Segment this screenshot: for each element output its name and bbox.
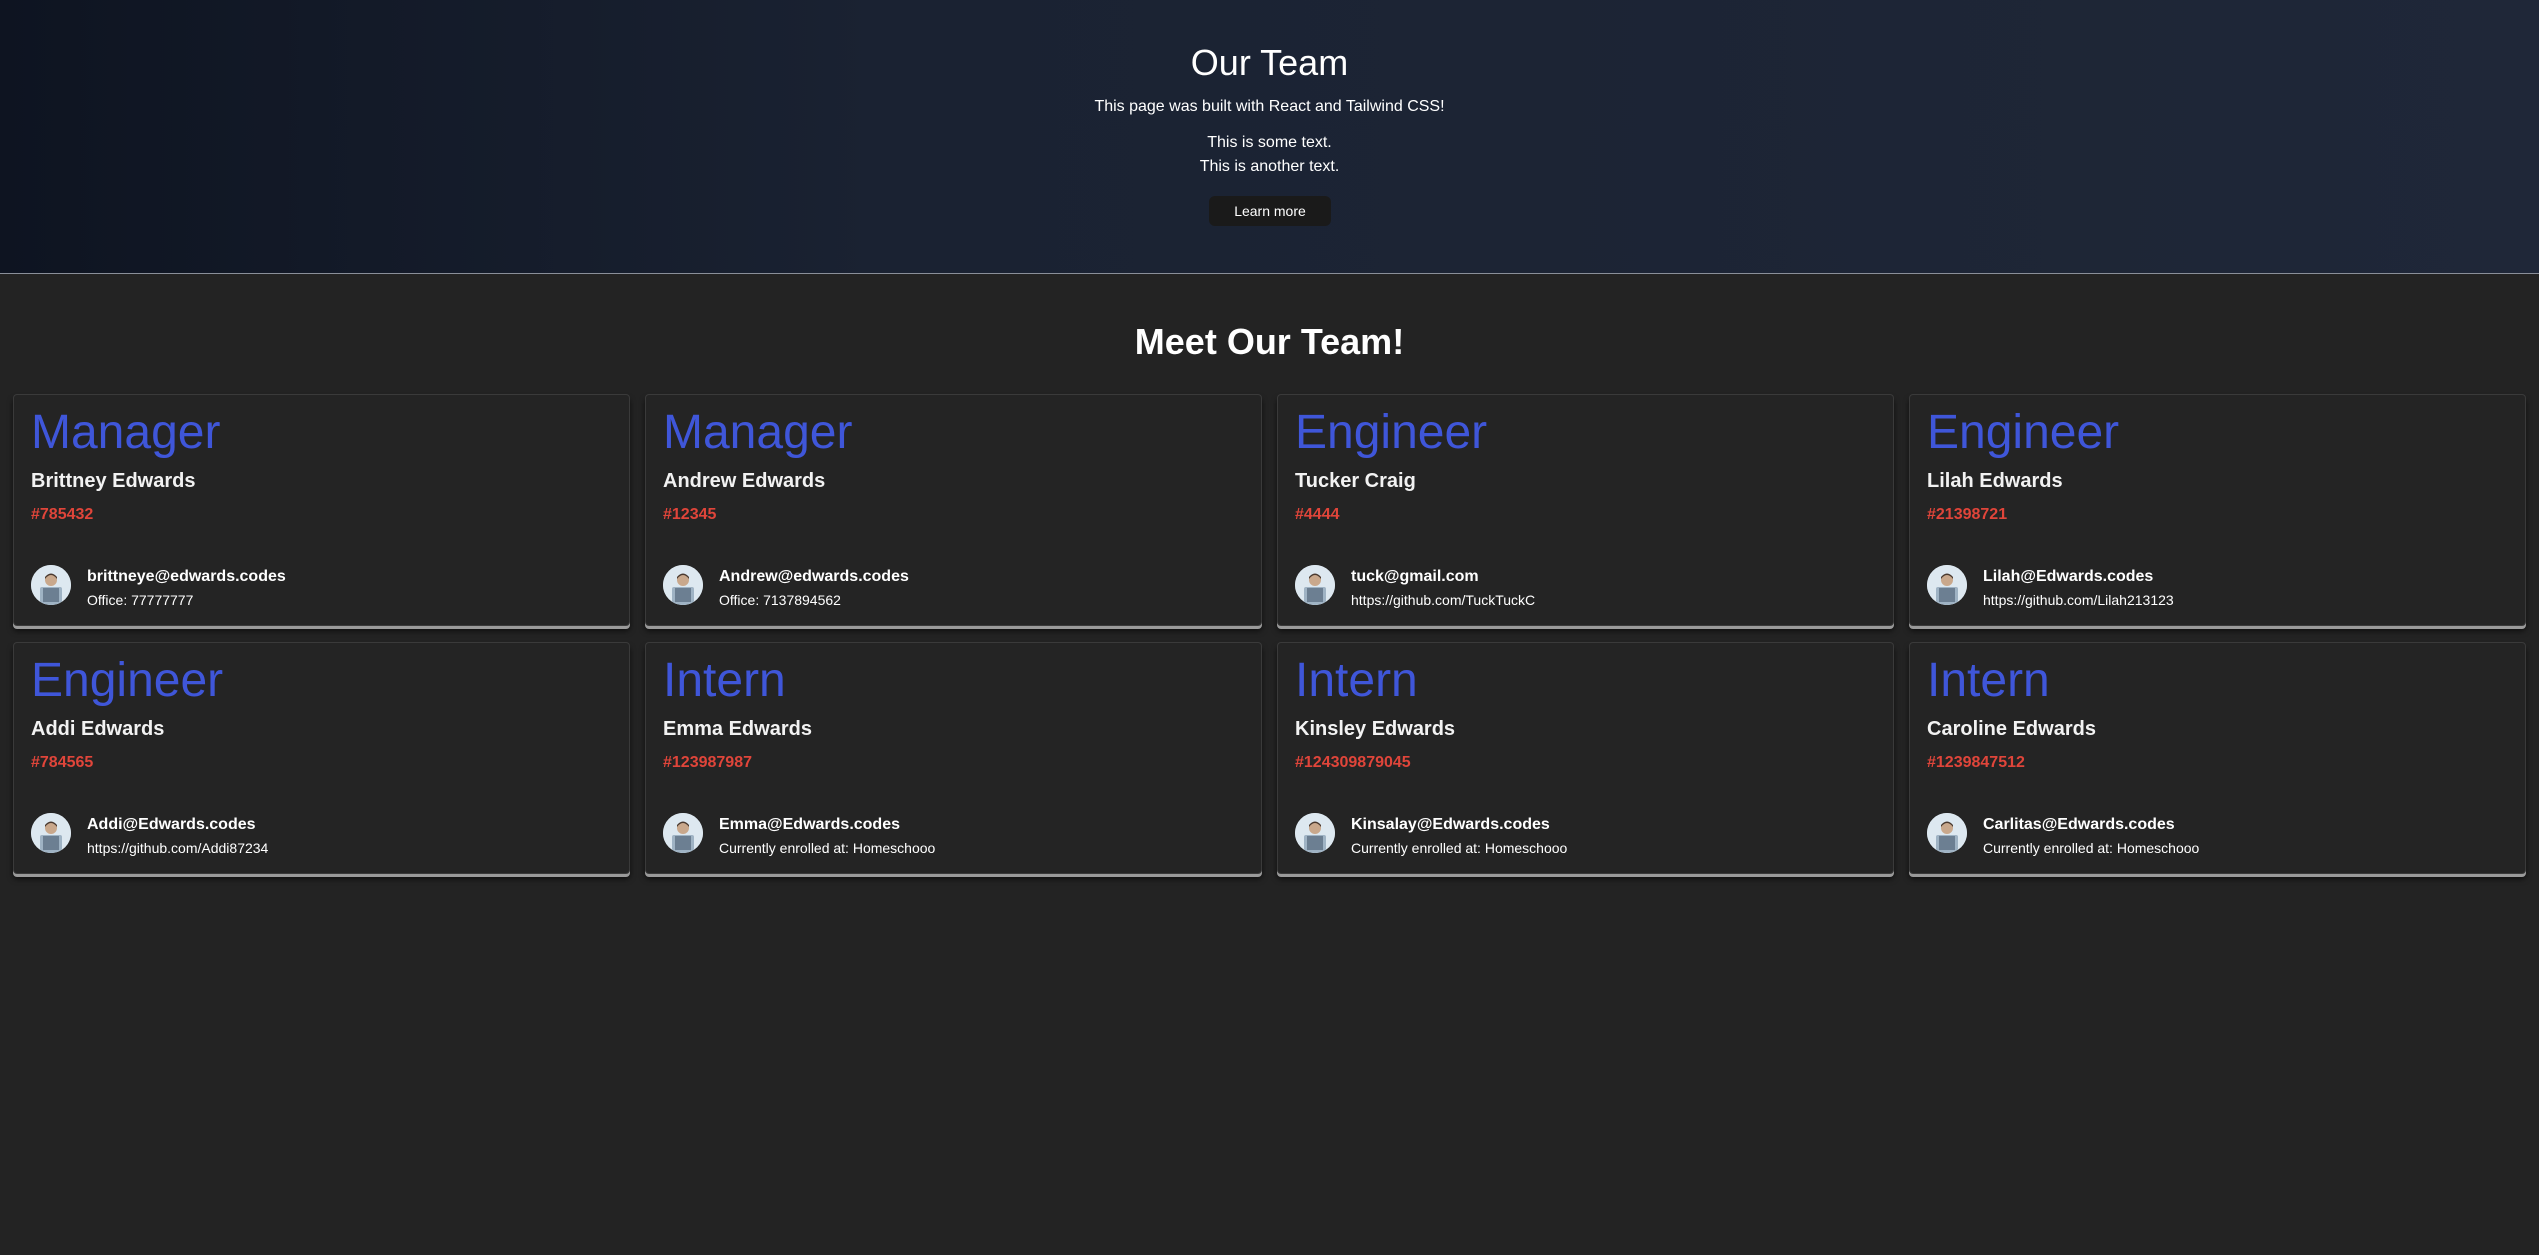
member-email: tuck@gmail.com	[1351, 568, 1479, 585]
member-id: #124309879045	[1295, 754, 1411, 771]
member-id: #21398721	[1927, 506, 2008, 523]
member-detail: Office: 77777777	[87, 592, 194, 608]
user-avatar-icon	[1295, 813, 1335, 853]
member-role: Engineer	[1295, 406, 1488, 459]
team-member-card: Intern Emma Edwards #123987987 Emma@Edwards…	[645, 642, 1262, 874]
member-detail: Currently enrolled at: Homeschooo	[1983, 840, 2200, 856]
member-id: #785432	[31, 506, 94, 523]
user-avatar-icon	[663, 813, 703, 853]
member-role: Intern	[663, 654, 786, 707]
member-detail: Currently enrolled at: Homeschooo	[1351, 840, 1568, 856]
user-avatar-icon	[31, 813, 71, 853]
team-member-card: Engineer Lilah Edwards #21398721 Lilah@Edwa…	[1909, 394, 2526, 626]
member-name: Addi Edwards	[31, 718, 165, 740]
member-role: Manager	[31, 406, 221, 459]
member-email: Addi@Edwards.codes	[87, 816, 256, 833]
hero-text-line-1: This is some text.	[1207, 134, 1332, 151]
member-role: Engineer	[1927, 406, 2120, 459]
hero-subtitle: This page was built with React and Tailw…	[1094, 98, 1445, 115]
member-role: Intern	[1295, 654, 1418, 707]
member-name: Caroline Edwards	[1927, 718, 2096, 740]
member-id: #123987987	[663, 754, 752, 771]
member-email: Lilah@Edwards.codes	[1983, 568, 2154, 585]
member-detail: Currently enrolled at: Homeschooo	[719, 840, 936, 856]
member-email: Kinsalay@Edwards.codes	[1351, 816, 1550, 833]
hero-banner: Our Team This page was built with React …	[0, 0, 2539, 274]
member-id: #4444	[1295, 506, 1340, 523]
member-detail: https://github.com/Addi87234	[87, 840, 269, 856]
member-name: Kinsley Edwards	[1295, 718, 1456, 740]
member-id: #1239847512	[1927, 754, 2025, 771]
member-id: #12345	[663, 506, 717, 523]
user-avatar-icon	[663, 565, 703, 605]
team-grid: Manager Brittney Edwards #785432 brittneye@…	[13, 394, 2527, 874]
team-member-card: Engineer Tucker Craig #4444 tuck@gmail.com h…	[1277, 394, 1894, 626]
team-section-title: Meet Our Team!	[1134, 321, 1405, 362]
member-name: Tucker Craig	[1295, 470, 1416, 492]
member-detail: https://github.com/Lilah213123	[1983, 592, 2174, 608]
member-name: Emma Edwards	[663, 718, 812, 740]
member-email: Emma@Edwards.codes	[719, 816, 900, 833]
member-role: Manager	[663, 406, 853, 459]
user-avatar-icon	[1295, 565, 1335, 605]
hero-title: Our Team	[1190, 42, 1349, 83]
member-role: Engineer	[31, 654, 224, 707]
team-member-card: Intern Kinsley Edwards #124309879045 Kinsal…	[1277, 642, 1894, 874]
member-detail: https://github.com/TuckTuckC	[1351, 592, 1536, 608]
member-email: brittneye@edwards.codes	[87, 568, 286, 585]
member-role: Intern	[1927, 654, 2050, 707]
learn-more-button[interactable]: Learn more	[1209, 196, 1331, 226]
user-avatar-icon	[31, 565, 71, 605]
team-member-card: Manager Andrew Edwards #12345 Andrew@edward…	[645, 394, 1262, 626]
member-name: Lilah Edwards	[1927, 470, 2063, 492]
member-id: #784565	[31, 754, 94, 771]
team-member-card: Manager Brittney Edwards #785432 brittneye@…	[13, 394, 630, 626]
member-detail: Office: 7137894562	[719, 592, 841, 608]
user-avatar-icon	[1927, 813, 1967, 853]
team-member-card: Intern Caroline Edwards #1239847512 Carlita…	[1909, 642, 2526, 874]
user-avatar-icon	[1927, 565, 1967, 605]
member-name: Andrew Edwards	[663, 470, 826, 492]
team-member-card: Engineer Addi Edwards #784565 Addi@Edwards.…	[13, 642, 630, 874]
member-email: Andrew@edwards.codes	[719, 568, 909, 585]
member-name: Brittney Edwards	[31, 470, 196, 492]
member-email: Carlitas@Edwards.codes	[1983, 816, 2175, 833]
hero-text-line-2: This is another text.	[1199, 158, 1340, 175]
